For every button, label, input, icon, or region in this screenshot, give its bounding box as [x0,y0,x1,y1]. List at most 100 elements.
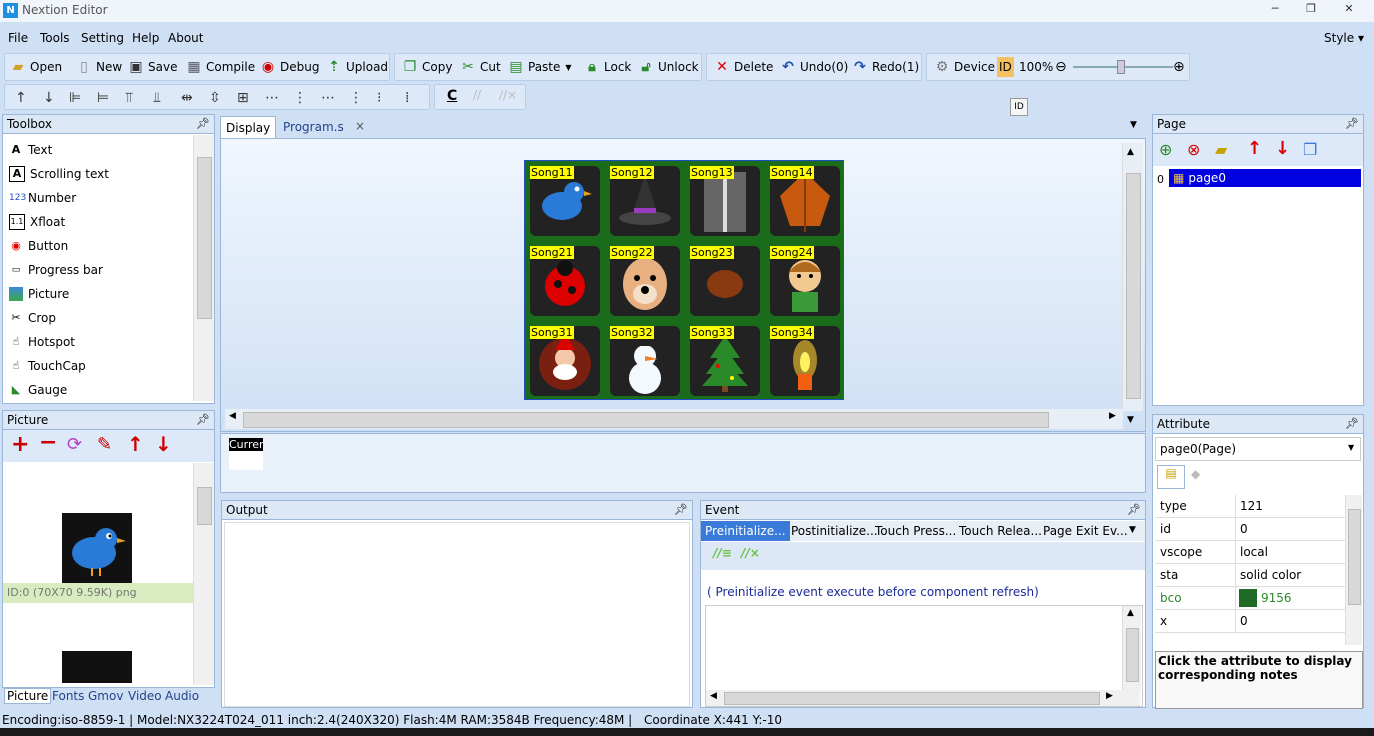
attr-row-bco[interactable]: bco 9156 [1155,587,1345,610]
lock-button[interactable]: 🔒︎ Lock [583,54,631,80]
comment-icon[interactable]: // [473,88,481,102]
scroll-right-icon[interactable]: ▶ [1109,411,1116,421]
event-hscroll-thumb[interactable] [724,692,1100,705]
screen-button-song32[interactable]: Song32 [610,326,680,396]
comment-icon[interactable]: //≡ [713,546,732,560]
open-button[interactable]: ▰ Open [9,54,62,80]
attr-row-type[interactable]: type 121 [1155,495,1345,518]
paste-button[interactable]: ▤ Paste ▼ [507,54,571,80]
screen-button-song14[interactable]: Song14 [770,166,840,236]
scroll-up-icon[interactable]: ▲ [1127,608,1134,618]
maximize-button[interactable]: ❐ [1296,2,1326,18]
id-toggle-button[interactable]: ID [997,57,1014,77]
screen-button-song21[interactable]: Song21 [530,246,600,316]
screen-button-song34[interactable]: Song34 [770,326,840,396]
tab-page-exit[interactable]: Page Exit Ev... [1039,521,1132,541]
tool-hotspot[interactable]: ☝ Hotspot [9,331,75,353]
tab-touch-press[interactable]: Touch Press... [871,521,960,541]
toolbox-scroll-thumb[interactable] [197,157,212,319]
style-menu[interactable]: Style ▾ [1324,31,1364,45]
attr-row-x[interactable]: x0 [1155,610,1345,633]
move-up-icon[interactable]: ↑ [127,432,144,456]
screen-button-song11[interactable]: Song11 [530,166,600,236]
tab-display[interactable]: Display [220,116,277,139]
scroll-right-icon[interactable]: ▶ [1106,691,1113,701]
menu-tools[interactable]: Tools [40,31,70,45]
design-canvas[interactable]: Song11 Song12 Song13 Song14 Song21 Song22 Song… [220,138,1146,432]
uncomment-icon[interactable]: //× [741,546,760,560]
screen-button-song12[interactable]: Song12 [610,166,680,236]
screen-button-song31[interactable]: Song31 [530,326,600,396]
output-text-area[interactable] [224,522,690,707]
tab-audio[interactable]: Audio [165,689,199,703]
scroll-left-icon[interactable]: ◀ [710,691,717,701]
event-hscroll[interactable]: ◀ ▶ [706,690,1140,706]
attribute-scroll-thumb[interactable] [1348,509,1361,605]
copy-page-icon[interactable]: ❐ [1303,140,1317,159]
properties-icon[interactable]: ▤ [1157,465,1185,489]
pin-icon[interactable]: 📌︎ [196,411,210,429]
delete-button[interactable]: ✕ Delete [713,54,773,80]
align-icons[interactable]: ↑ ↓ ⊫ ⊨ ⫪ ⫫ ⇹ ⇳ ⊞ ⋯ ⋮ ⋯ ⋮ ⁝ ⁞ [5,85,429,109]
canvas-hscroll-thumb[interactable] [243,412,1049,428]
tool-xfloat[interactable]: 1.1 Xfloat [9,211,65,233]
edit-picture-icon[interactable]: ✎ [97,434,112,455]
tab-gmov[interactable]: Gmov [88,689,123,703]
move-down-icon[interactable]: ↓ [1275,138,1290,159]
add-page-icon[interactable]: ⊕ [1159,140,1172,159]
redo-button[interactable]: ↷ Redo(1) [851,54,919,80]
upload-button[interactable]: ⇡ Upload [325,54,388,80]
move-up-icon[interactable]: ↑ [1247,138,1262,159]
menu-about[interactable]: About [168,31,203,45]
debug-button[interactable]: ◉ Debug [259,54,320,80]
tool-gauge[interactable]: ◣ Gauge [9,379,68,401]
zoom-in-icon[interactable]: ⊕ [1173,54,1185,80]
tool-text[interactable]: A Text [9,139,53,161]
tab-touch-release[interactable]: Touch Relea... [955,521,1046,541]
close-tab-icon[interactable]: × [355,119,365,133]
insert-page-icon[interactable]: ▰ [1215,140,1227,159]
tool-picture[interactable]: Picture [9,283,69,305]
c-button[interactable]: C [447,88,457,104]
add-picture-icon[interactable]: + [11,432,29,457]
events-icon[interactable]: ◆ [1191,467,1200,481]
tab-postinitialize[interactable]: Postinitialize... [787,521,882,541]
screen-button-song23[interactable]: Song23 [690,246,760,316]
menu-help[interactable]: Help [132,31,159,45]
menu-file[interactable]: File [8,31,28,45]
picture-thumbnail-hat[interactable] [62,651,132,683]
canvas-vscroll-thumb[interactable] [1126,173,1141,399]
event-vscroll[interactable]: ▲ [1122,606,1141,690]
scroll-left-icon[interactable]: ◀ [229,411,236,421]
tab-preinitialize[interactable]: Preinitialize... [701,521,790,541]
event-code-editor[interactable]: ▲ ◀ ▶ [705,605,1143,707]
screen-button-song33[interactable]: Song33 [690,326,760,396]
pin-icon[interactable]: 📌︎ [674,501,688,519]
attribute-selector[interactable]: page0(Page) ▼ [1155,437,1361,461]
device-screen[interactable]: Song11 Song12 Song13 Song14 Song21 Song22 Song… [524,160,844,400]
page-list-item[interactable]: ▦ page0 [1169,169,1361,187]
chevron-down-icon[interactable]: ▼ [1129,525,1136,535]
tool-number[interactable]: 123 Number [9,187,76,209]
picture-scrollbar[interactable] [193,463,214,685]
replace-picture-icon[interactable]: ⟳ [67,434,82,455]
current-page-chip[interactable]: Currer [229,438,263,470]
close-button[interactable]: ✕ [1334,2,1364,18]
attribute-scrollbar[interactable] [1345,495,1362,645]
scroll-down-icon[interactable]: ▼ [1127,415,1134,425]
tab-video[interactable]: Video [128,689,162,703]
event-vscroll-thumb[interactable] [1126,628,1139,682]
pin-icon[interactable]: 📌︎ [1345,115,1359,133]
tool-button[interactable]: ◉ Button [9,235,68,257]
tool-scrolling-text[interactable]: A Scrolling text [9,163,109,185]
tool-touchcap[interactable]: ☝ TouchCap [9,355,86,377]
picture-thumbnail-bird[interactable] [62,513,132,583]
attr-row-sta[interactable]: sta solid color [1155,564,1345,587]
attr-row-vscope[interactable]: vscope local [1155,541,1345,564]
picture-scroll-thumb[interactable] [197,487,212,525]
cut-button[interactable]: ✂ Cut [459,54,501,80]
compile-button[interactable]: ▦ Compile [185,54,255,80]
uncomment-icon[interactable]: //× [499,88,517,102]
screen-button-song22[interactable]: Song22 [610,246,680,316]
screen-button-song13[interactable]: Song13 [690,166,760,236]
